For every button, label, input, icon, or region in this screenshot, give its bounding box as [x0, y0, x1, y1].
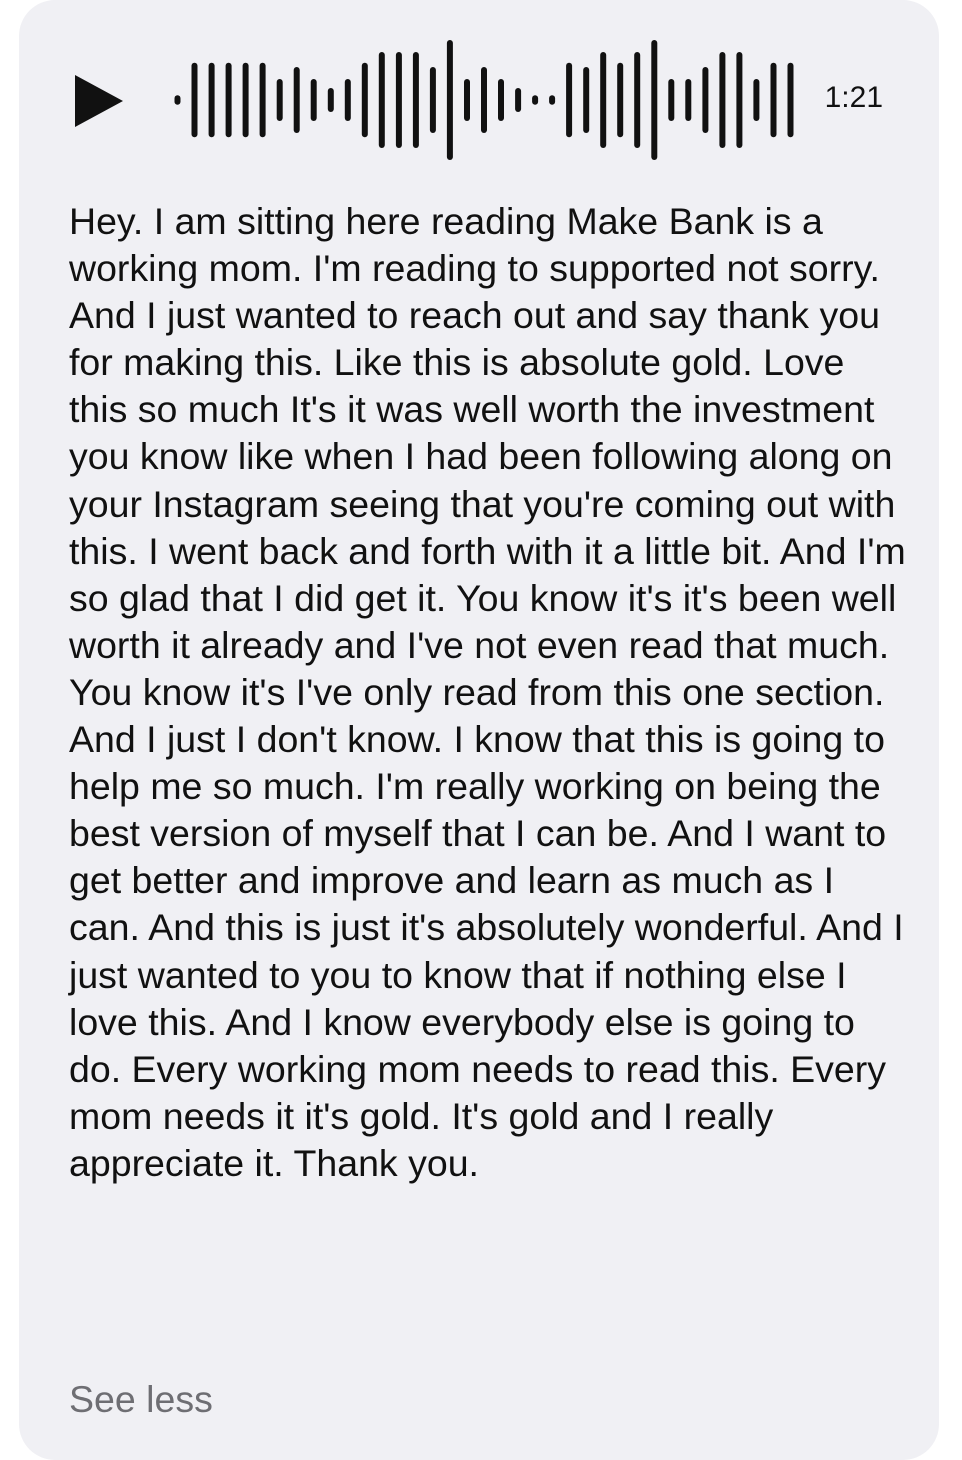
waveform-bar	[685, 79, 692, 121]
play-button[interactable]	[73, 73, 125, 129]
waveform-bar	[395, 52, 402, 148]
waveform-bar	[446, 40, 453, 160]
waveform-bar	[293, 67, 300, 133]
waveform-bar	[310, 79, 317, 121]
waveform-bar	[753, 79, 760, 121]
waveform-bar	[719, 52, 726, 148]
waveform-bar	[583, 67, 590, 133]
waveform-bar	[412, 52, 419, 148]
voice-message-bubble: 1:21 Hey. I am sitting here reading Make…	[19, 0, 939, 1460]
waveform-bar	[191, 62, 198, 138]
play-triangle-icon	[75, 75, 123, 127]
waveform-bar	[736, 52, 743, 148]
waveform-bar	[361, 62, 368, 138]
waveform-bar	[174, 95, 181, 105]
waveform-bar	[276, 79, 283, 121]
waveform-bar	[259, 62, 266, 138]
transcript-text: Hey. I am sitting here reading Make Bank…	[69, 200, 906, 1184]
audio-player: 1:21	[19, 40, 939, 160]
waveform-bar	[498, 79, 504, 121]
waveform-bar	[600, 52, 607, 148]
waveform-bar	[702, 67, 709, 133]
waveform-bar	[770, 62, 777, 138]
waveform-bar	[208, 62, 215, 138]
waveform-bar	[549, 95, 556, 105]
waveform-bar	[515, 88, 522, 112]
waveform-bar	[378, 52, 385, 148]
waveform-bar	[651, 40, 658, 160]
waveform-bar	[344, 79, 351, 121]
waveform-bar	[532, 95, 539, 105]
audio-waveform[interactable]	[169, 40, 799, 160]
waveform-bar	[225, 62, 232, 138]
waveform-bar	[617, 62, 624, 138]
waveform-bar	[429, 67, 436, 133]
waveform-bar	[668, 79, 675, 121]
waveform-bar	[242, 62, 249, 138]
waveform-bar	[327, 88, 334, 112]
waveform-bar	[464, 79, 470, 121]
waveform-bar	[481, 67, 487, 133]
see-less-link[interactable]: See less	[69, 1376, 213, 1423]
waveform-bar	[787, 62, 794, 138]
waveform-bar	[566, 62, 573, 138]
audio-duration: 1:21	[824, 81, 883, 114]
waveform-bar	[634, 52, 641, 148]
